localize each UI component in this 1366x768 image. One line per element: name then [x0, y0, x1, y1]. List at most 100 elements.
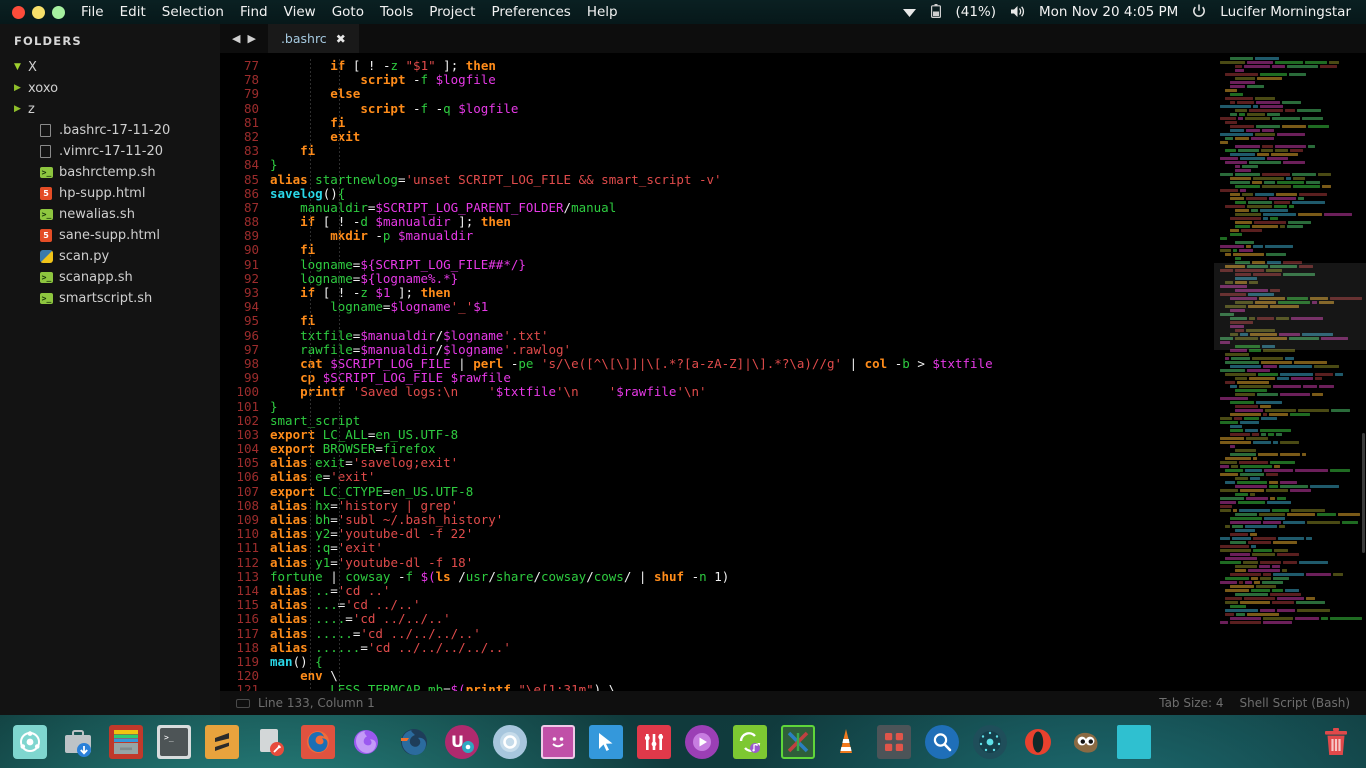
code-line[interactable]: rawfile=$manualdir/$logname'.rawlog' — [266, 342, 1214, 357]
code-line[interactable]: export LC_CTYPE=en_US.UTF-8 — [266, 484, 1214, 499]
dock-item-music-sync[interactable] — [731, 723, 769, 761]
dock-item-disk-usage[interactable] — [971, 723, 1009, 761]
dock-item-cursor-theme[interactable] — [587, 723, 625, 761]
dock-item-gimp[interactable] — [1067, 723, 1105, 761]
menu-item-project[interactable]: Project — [421, 0, 483, 24]
dock-item-search[interactable] — [923, 723, 961, 761]
dock-item-sublime-text[interactable] — [203, 723, 241, 761]
sidebar-item-newalias-sh[interactable]: >_ newalias.sh — [0, 204, 220, 225]
chevron-right-icon[interactable]: ▶ — [14, 105, 28, 114]
close-window-button[interactable] — [12, 5, 25, 19]
code-line[interactable]: cp $SCRIPT_LOG_FILE $rawfile — [266, 371, 1214, 385]
code-line[interactable]: } — [266, 399, 1214, 414]
code-line[interactable]: alias hx='history | grep' — [266, 498, 1214, 513]
code-line[interactable]: fi — [266, 115, 1214, 130]
dock-item-window-manager[interactable] — [1115, 723, 1153, 761]
dock-item-trash[interactable] — [1317, 723, 1355, 761]
sidebar-item-sane-supp-html[interactable]: 5 sane-supp.html — [0, 225, 220, 246]
dock-item-chromium[interactable] — [491, 723, 529, 761]
code-line[interactable]: fi — [266, 243, 1214, 257]
scrollbar-thumb[interactable] — [1362, 433, 1365, 553]
code-line[interactable]: alias ..='cd ..' — [266, 583, 1214, 598]
dock-item-firefox[interactable] — [299, 723, 337, 761]
code-line[interactable]: if [ ! -z $1 ]; then — [266, 285, 1214, 300]
dock-item-files[interactable] — [107, 723, 145, 761]
menu-item-goto[interactable]: Goto — [324, 0, 372, 24]
code-line[interactable]: printf 'Saved logs:\n '$txtfile'\n '$raw… — [266, 385, 1214, 399]
sidebar-item-bashrctemp-sh[interactable]: >_ bashrctemp.sh — [0, 162, 220, 183]
code-line[interactable]: alias exit='savelog;exit' — [266, 456, 1214, 470]
code-line[interactable]: txtfile=$manualdir/$logname'.txt' — [266, 328, 1214, 343]
minimap[interactable] — [1214, 53, 1366, 691]
code-line[interactable]: } — [266, 158, 1214, 172]
menu-item-tools[interactable]: Tools — [372, 0, 421, 24]
sidebar-item-vimrc-17-11-20[interactable]: .vimrc-17-11-20 — [0, 141, 220, 162]
dock-item-terminal[interactable]: >_ — [155, 723, 193, 761]
code-line[interactable]: logname=$logname'_'$1 — [266, 300, 1214, 314]
code-line[interactable]: env \ — [266, 668, 1214, 683]
panel-icon[interactable] — [236, 698, 250, 708]
sidebar-item-scan-py[interactable]: scan.py — [0, 246, 220, 267]
dock-item-equalizer[interactable] — [635, 723, 673, 761]
power-icon[interactable] — [1185, 0, 1213, 24]
code-line[interactable]: alias bh='subl ~/.bash_history' — [266, 512, 1214, 527]
code-line[interactable]: if [ ! -d $manualdir ]; then — [266, 214, 1214, 229]
close-icon[interactable]: ✖ — [336, 32, 346, 46]
chevron-right-icon[interactable]: ▶ — [14, 84, 28, 93]
code-line[interactable]: export LC_ALL=en_US.UTF-8 — [266, 427, 1214, 442]
dock-item-downloads[interactable] — [59, 723, 97, 761]
code-line[interactable]: script -f $logfile — [266, 73, 1214, 87]
dock-item-app-grid[interactable] — [875, 723, 913, 761]
code-line[interactable]: logname=${SCRIPT_LOG_FILE##*/} — [266, 257, 1214, 272]
menu-item-selection[interactable]: Selection — [154, 0, 232, 24]
code-content[interactable]: if [ ! -z "$1" ]; then script -f $logfil… — [266, 53, 1214, 691]
code-line[interactable]: alias ....='cd ../../..' — [266, 612, 1214, 626]
code-line[interactable]: LESS_TERMCAP_mb=$(printf "\e[1;31m") \ — [266, 683, 1214, 691]
sidebar-item-xoxo[interactable]: ▶ xoxo — [0, 78, 220, 99]
code-line[interactable]: alias :q='exit' — [266, 541, 1214, 555]
dock-item-vlc[interactable] — [827, 723, 865, 761]
code-line[interactable]: fi — [266, 144, 1214, 158]
code-area[interactable]: 77 78 79 80 81 82 83 84 85 86 87 88 89 90 91 92 93 94 95 96… — [220, 53, 1366, 691]
sidebar-item-z[interactable]: ▶ z — [0, 99, 220, 120]
volume-icon[interactable] — [1003, 0, 1032, 24]
syntax-label[interactable]: Shell Script (Bash) — [1239, 696, 1350, 710]
code-line[interactable]: fortune | cowsay -f $(ls /usr/share/cows… — [266, 569, 1214, 584]
dock-item-emoji[interactable] — [539, 723, 577, 761]
dock-item-xfce[interactable] — [779, 723, 817, 761]
menu-item-help[interactable]: Help — [579, 0, 626, 24]
menu-item-find[interactable]: Find — [232, 0, 276, 24]
maximize-window-button[interactable] — [52, 5, 65, 19]
dock-item-unity-tweak-tool[interactable]: U — [443, 723, 481, 761]
dock-item-ubuntu-software[interactable] — [11, 723, 49, 761]
wifi-icon[interactable] — [895, 0, 924, 24]
menu-item-view[interactable]: View — [276, 0, 324, 24]
code-line[interactable]: smart_script — [266, 413, 1214, 428]
sidebar-item-smartscript-sh[interactable]: >_ smartscript.sh — [0, 288, 220, 309]
tab-prev-icon[interactable]: ◀ — [232, 32, 240, 45]
code-line[interactable]: alias y2='youtube-dl -f 22' — [266, 527, 1214, 541]
battery-icon[interactable] — [924, 0, 948, 24]
clock-label[interactable]: Mon Nov 20 4:05 PM — [1032, 0, 1185, 24]
minimize-window-button[interactable] — [32, 5, 45, 19]
code-line[interactable]: man() { — [266, 654, 1214, 669]
sidebar-item-bashrc-17-11-20[interactable]: .bashrc-17-11-20 — [0, 120, 220, 141]
dock-item-firefox-nightly[interactable] — [347, 723, 385, 761]
code-line[interactable]: savelog(){ — [266, 186, 1214, 201]
code-line[interactable]: alias ......='cd ../../../../..' — [266, 640, 1214, 655]
code-line[interactable]: logname=${logname%.*} — [266, 271, 1214, 286]
tab-next-icon[interactable]: ▶ — [247, 32, 255, 45]
tab-size-label[interactable]: Tab Size: 4 — [1159, 696, 1223, 710]
code-line[interactable]: if [ ! -z "$1" ]; then — [266, 58, 1214, 73]
menu-item-file[interactable]: File — [75, 0, 112, 24]
code-line[interactable]: alias y1='youtube-dl -f 18' — [266, 555, 1214, 570]
sidebar-item-scanapp-sh[interactable]: >_ scanapp.sh — [0, 267, 220, 288]
dock-item-media-player[interactable] — [683, 723, 721, 761]
dock-item-opera[interactable] — [1019, 723, 1057, 761]
code-line[interactable]: script -f -q $logfile — [266, 101, 1214, 116]
code-line[interactable]: alias e='exit' — [266, 470, 1214, 484]
code-line[interactable]: export BROWSER=firefox — [266, 441, 1214, 456]
dock-item-text-editor[interactable] — [251, 723, 289, 761]
vertical-scrollbar[interactable] — [1361, 53, 1366, 691]
menu-item-edit[interactable]: Edit — [112, 0, 154, 24]
